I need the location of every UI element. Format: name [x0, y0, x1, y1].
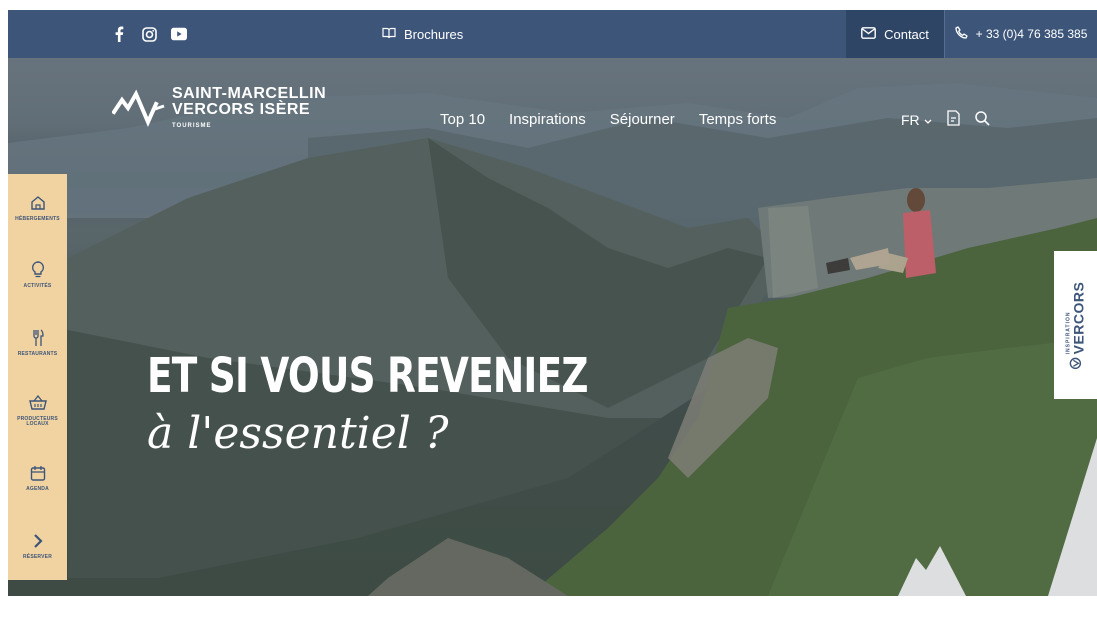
logo-line2: VERCORS ISÈRE — [172, 101, 311, 118]
logo-line1: SAINT-MARCELLIN — [172, 85, 327, 102]
language-selector[interactable]: FR — [901, 112, 932, 128]
sidebar-item-agenda[interactable]: Agenda — [8, 444, 67, 512]
sidebar-item-reserver[interactable]: Réserver — [8, 512, 67, 580]
cutlery-icon — [29, 329, 47, 347]
facebook-icon[interactable] — [111, 26, 127, 42]
home-icon — [29, 194, 47, 212]
sidebar-label: Producteurs locaux — [17, 415, 58, 428]
instagram-icon[interactable] — [141, 26, 157, 42]
book-icon — [382, 27, 396, 42]
nav-item-top10[interactable]: Top 10 — [440, 111, 485, 128]
utility-nav: FR — [901, 110, 990, 129]
mail-icon — [861, 26, 876, 42]
headline-line1: ET SI VOUS REVENIEZ — [147, 348, 589, 404]
sidebar-item-hebergements[interactable]: Hébergements — [8, 174, 67, 242]
sidebar-item-producteurs[interactable]: Producteurs locaux — [8, 377, 67, 445]
sidebar-label: Activités — [23, 283, 52, 290]
contact-label: Contact — [884, 26, 929, 42]
brochures-label: Brochures — [404, 26, 464, 42]
brochures-link[interactable]: Brochures — [382, 10, 463, 58]
sidebar-label: Réserver — [22, 553, 53, 560]
youtube-icon[interactable] — [171, 26, 187, 42]
sidebar-label: Agenda — [26, 485, 49, 492]
logo-mountain-icon — [112, 89, 165, 127]
inspiration-vercors-badge[interactable]: INSPIRATION VERCORS — [1054, 251, 1097, 399]
page: Brochures Contact + 33 (0)4 76 385 385 S… — [8, 10, 1097, 634]
vercors-logo-icon — [1068, 357, 1084, 369]
hero-headline: ET SI VOUS REVENIEZ à l'essentiel ? — [147, 348, 712, 459]
favorites-icon[interactable] — [946, 110, 961, 129]
phone-link[interactable]: + 33 (0)4 76 385 385 — [944, 10, 1097, 58]
sidebar-label: Restaurants — [17, 350, 58, 357]
badge-label: VERCORS — [1070, 281, 1087, 354]
hero-landscape-image — [8, 58, 1097, 596]
quick-access-sidebar: Hébergements Activités Restaurants Produ… — [8, 174, 67, 580]
contact-button[interactable]: Contact — [846, 10, 944, 58]
phone-label: + 33 (0)4 76 385 385 — [975, 27, 1088, 41]
search-icon[interactable] — [974, 110, 990, 129]
site-logo[interactable]: SAINT-MARCELLIN VERCORS ISÈRE TOURISME — [112, 86, 326, 132]
main-nav: Top 10 Inspirations Séjourner Temps fort… — [440, 111, 776, 128]
nav-item-temps-forts[interactable]: Temps forts — [699, 111, 777, 128]
social-links — [111, 10, 187, 58]
basket-icon — [28, 394, 47, 412]
sidebar-item-restaurants[interactable]: Restaurants — [8, 309, 67, 377]
calendar-icon — [29, 464, 47, 482]
nav-item-inspirations[interactable]: Inspirations — [509, 111, 586, 128]
phone-icon — [954, 26, 968, 42]
chevron-right-icon — [29, 532, 47, 550]
top-bar: Brochures Contact + 33 (0)4 76 385 385 — [8, 10, 1097, 58]
language-label: FR — [901, 111, 920, 128]
logo-subtitle: TOURISME — [172, 123, 212, 129]
lightbulb-icon — [29, 261, 47, 279]
sidebar-label: Hébergements — [15, 215, 60, 222]
hero-section: SAINT-MARCELLIN VERCORS ISÈRE TOURISME T… — [8, 58, 1097, 596]
chevron-down-icon — [924, 112, 932, 128]
nav-item-sejourner[interactable]: Séjourner — [610, 111, 675, 128]
headline-line2: à l'essentiel ? — [147, 408, 449, 459]
sidebar-item-activites[interactable]: Activités — [8, 242, 67, 310]
